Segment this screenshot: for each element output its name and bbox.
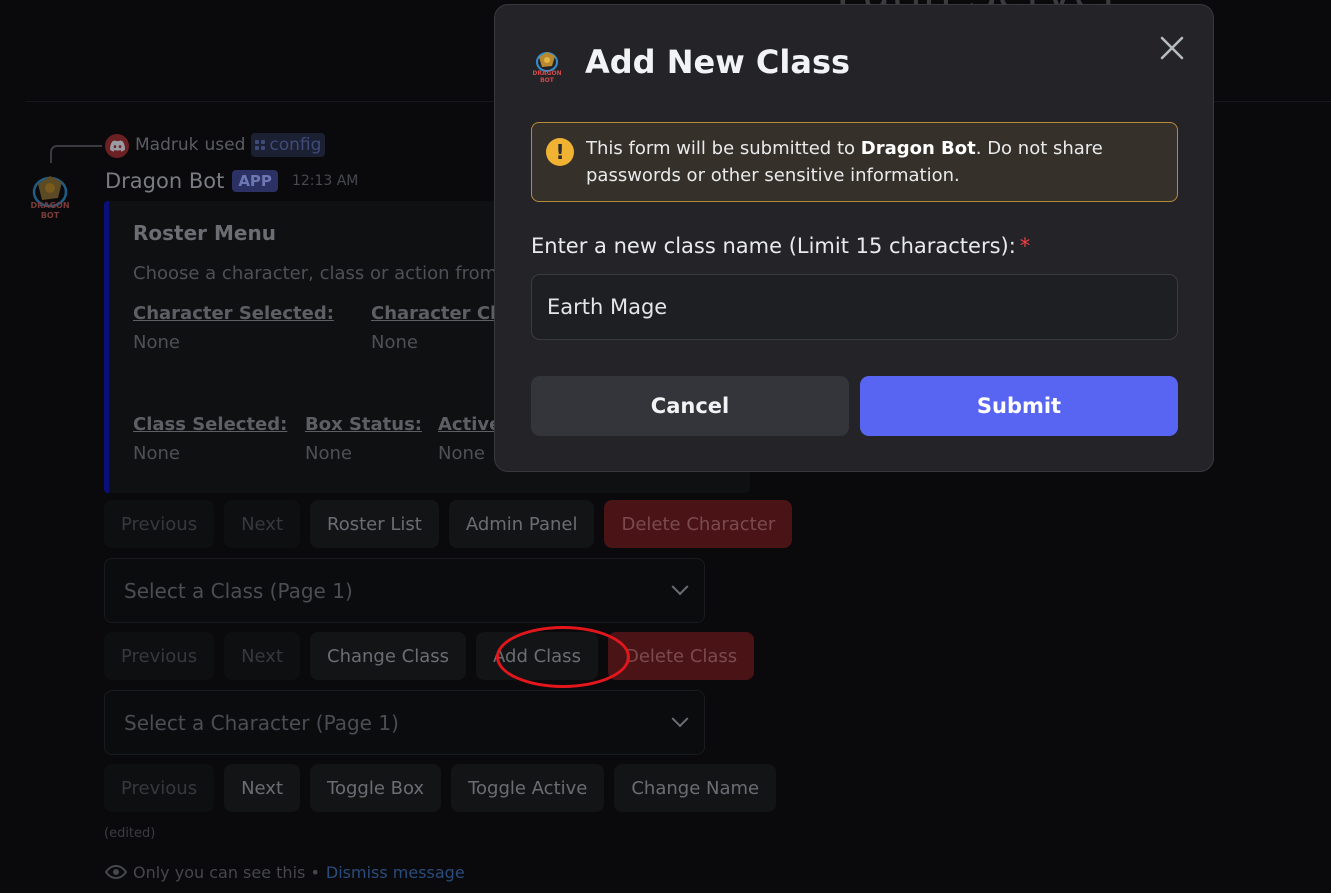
character-button-row: Previous Next Toggle Box Toggle Active C… — [104, 764, 777, 812]
toggle-active-button[interactable]: Toggle Active — [451, 764, 605, 812]
warning-prefix: This form will be submitted to — [586, 138, 861, 159]
character-select[interactable]: Select a Character (Page 1) — [104, 690, 705, 755]
add-class-modal: DRAGON BOT Add New Class ! This form wil… — [494, 4, 1214, 472]
class-name-input[interactable] — [531, 274, 1178, 340]
field-value: None — [371, 332, 418, 353]
required-mark: * — [1019, 234, 1031, 258]
chevron-down-icon — [671, 709, 689, 727]
message-timestamp: 12:13 AM — [291, 173, 359, 189]
field-name: Character Selected: — [133, 303, 334, 324]
ephemeral-notice: Only you can see this • Dismiss message — [105, 860, 465, 884]
svg-text:BOT: BOT — [41, 211, 60, 220]
warning-text: This form will be submitted to Dragon Bo… — [586, 135, 1156, 189]
warning-bot-name: Dragon Bot — [860, 138, 976, 159]
next-button[interactable]: Next — [224, 764, 301, 812]
ephemeral-text: Only you can see this • — [133, 862, 320, 882]
app-badge: APP — [232, 170, 278, 192]
discord-logo-icon — [105, 134, 129, 158]
command-icon — [255, 140, 266, 150]
field-name: Class Selected: — [133, 414, 288, 435]
roster-button-row: Previous Next Roster List Admin Panel De… — [104, 500, 793, 548]
field-name: Box Status: — [305, 414, 423, 435]
previous-button[interactable]: Previous — [104, 764, 215, 812]
field-box-status: Box Status: None — [305, 414, 422, 464]
command-name: config — [269, 135, 322, 155]
edited-label: (edited) — [104, 826, 156, 841]
svg-text:DRAGON: DRAGON — [533, 70, 561, 77]
bot-name[interactable]: Dragon Bot — [105, 169, 224, 193]
embed-title: Roster Menu — [133, 221, 276, 245]
close-icon — [1160, 36, 1184, 60]
previous-button[interactable]: Previous — [104, 632, 215, 680]
field-value: None — [133, 332, 180, 353]
class-select-placeholder: Select a Class (Page 1) — [124, 578, 353, 603]
field-active: Active None — [438, 414, 501, 464]
close-button[interactable] — [1155, 31, 1189, 65]
interaction-user[interactable]: Madruk — [135, 135, 198, 155]
character-select-placeholder: Select a Character (Page 1) — [124, 710, 399, 735]
modal-title: Add New Class — [585, 43, 851, 81]
next-button[interactable]: Next — [224, 500, 301, 548]
chevron-down-icon — [671, 577, 689, 595]
embed-description: Choose a character, class or action from… — [133, 263, 510, 284]
dismiss-message-link[interactable]: Dismiss message — [326, 863, 465, 882]
field-name: Active — [438, 414, 502, 435]
change-name-button[interactable]: Change Name — [614, 764, 777, 812]
interaction-used-text: used — [204, 135, 246, 155]
roster-list-button[interactable]: Roster List — [310, 500, 439, 548]
bot-logo-icon: DRAGON BOT — [532, 49, 562, 87]
field-value: None — [305, 443, 352, 464]
next-button[interactable]: Next — [224, 632, 301, 680]
interaction-line: Madruk used config — [135, 133, 326, 157]
field-character-class: Character Cla None — [371, 303, 508, 353]
command-mention[interactable]: config — [251, 133, 326, 157]
discord-window: Lutin Server Madruk used config DRAGON B… — [0, 0, 1331, 893]
change-class-button[interactable]: Change Class — [310, 632, 467, 680]
previous-button[interactable]: Previous — [104, 500, 215, 548]
toggle-box-button[interactable]: Toggle Box — [310, 764, 442, 812]
field-class-selected: Class Selected: None — [133, 414, 287, 464]
warning-icon: ! — [546, 138, 574, 166]
class-select[interactable]: Select a Class (Page 1) — [104, 558, 705, 623]
bot-avatar[interactable]: DRAGON BOT — [28, 170, 72, 228]
delete-character-button[interactable]: Delete Character — [604, 500, 793, 548]
warning-banner: ! This form will be submitted to Dragon … — [531, 122, 1178, 202]
class-name-label: Enter a new class name (Limit 15 charact… — [531, 234, 1030, 258]
submit-button[interactable]: Submit — [860, 376, 1178, 436]
class-button-row: Previous Next Change Class Add Class Del… — [104, 632, 755, 680]
admin-panel-button[interactable]: Admin Panel — [448, 500, 595, 548]
cancel-button[interactable]: Cancel — [531, 376, 849, 436]
svg-text:DRAGON: DRAGON — [30, 201, 69, 210]
annotation-circle — [496, 626, 630, 688]
field-name: Character Cla — [371, 303, 509, 324]
svg-text:BOT: BOT — [540, 77, 555, 84]
message-header: Dragon Bot APP 12:13 AM — [105, 167, 358, 195]
class-name-label-text: Enter a new class name (Limit 15 charact… — [531, 234, 1016, 258]
field-character-selected: Character Selected: None — [133, 303, 334, 353]
eye-icon — [105, 864, 127, 880]
field-value: None — [133, 443, 180, 464]
reply-connector — [50, 145, 102, 163]
field-value: None — [438, 443, 485, 464]
